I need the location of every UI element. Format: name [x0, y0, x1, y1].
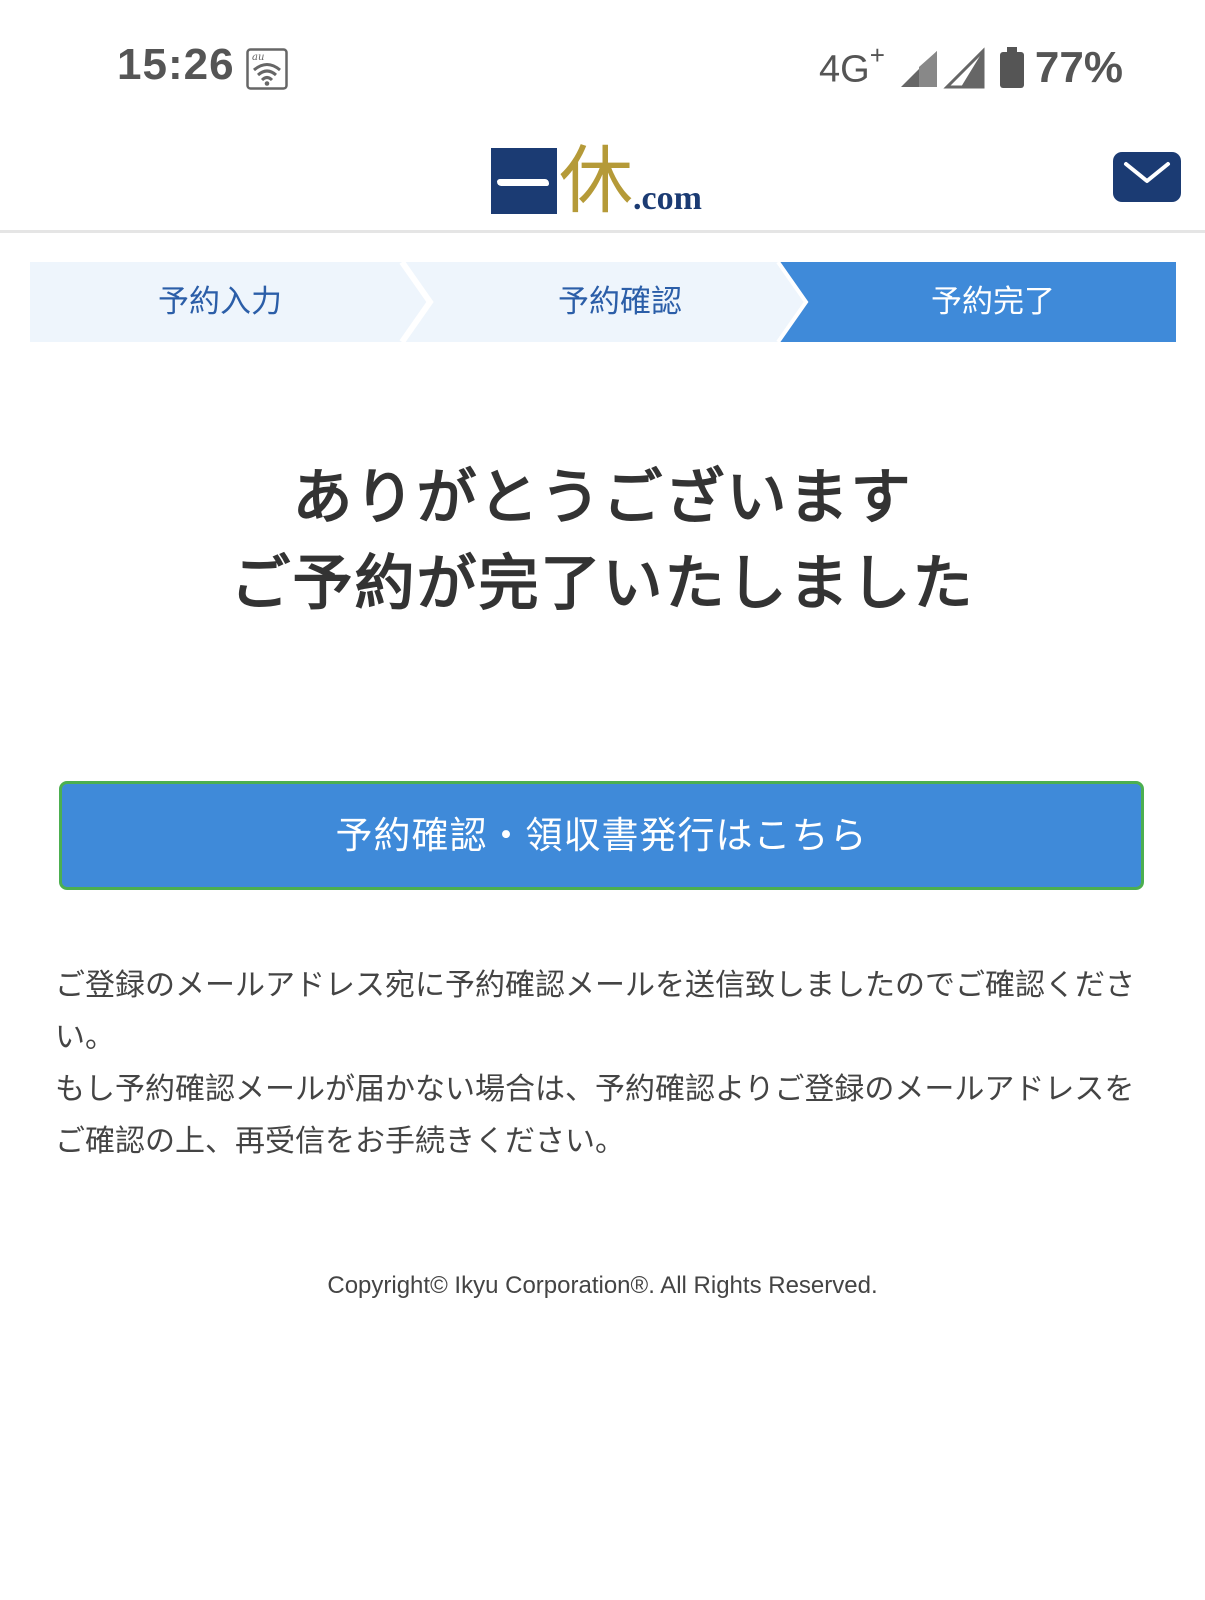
confirmation-notice: ご登録のメールアドレス宛に予約確認メールを送信致しましたのでご確認ください。 も…	[55, 960, 1155, 1168]
step-complete: 予約完了	[931, 284, 1055, 320]
status-indicators: 4G+ 77%	[819, 40, 1123, 96]
signal-icon	[900, 51, 937, 87]
step-input: 予約入力	[158, 284, 282, 320]
step-confirm: 予約確認	[558, 284, 682, 320]
logo-kanji: 休	[559, 138, 633, 224]
heading-line-complete: ご予約が完了いたしました	[230, 549, 975, 619]
battery-icon	[999, 47, 1024, 88]
network-type: 4G+	[819, 40, 885, 91]
envelope-icon	[1124, 162, 1170, 183]
notice-paragraph-resend: もし予約確認メールが届かない場合は、予約確認よりご登録のメールアドレスをご確認の…	[55, 1072, 1135, 1159]
carrier-wifi-icon: au	[246, 48, 288, 90]
mail-button[interactable]	[1113, 152, 1181, 202]
logo-dotcom: .com	[633, 180, 702, 217]
site-header: 休 .com	[0, 130, 1205, 233]
copyright-text: Copyright© Ikyu Corporation®. All Rights…	[327, 1272, 878, 1299]
completion-heading: ありがとうございます ご予約が完了いたしました	[0, 455, 1205, 627]
logo-mark	[491, 148, 557, 214]
progress-steps: 予約入力 予約確認 予約完了	[30, 262, 1176, 342]
reservation-confirm-receipt-button[interactable]: 予約確認・領収書発行はこちら	[59, 781, 1144, 890]
status-bar: 15:26 au 4G+ 77%	[0, 0, 1205, 130]
ikyu-logo[interactable]: 休 .com	[491, 138, 702, 224]
status-time: 15:26	[117, 40, 235, 89]
heading-line-thanks: ありがとうございます	[292, 463, 913, 533]
signal-icon	[943, 47, 985, 89]
battery-percent: 77%	[1034, 43, 1123, 92]
notice-paragraph-email-sent: ご登録のメールアドレス宛に予約確認メールを送信致しましたのでご確認ください。	[55, 968, 1135, 1055]
svg-text:au: au	[252, 52, 264, 63]
